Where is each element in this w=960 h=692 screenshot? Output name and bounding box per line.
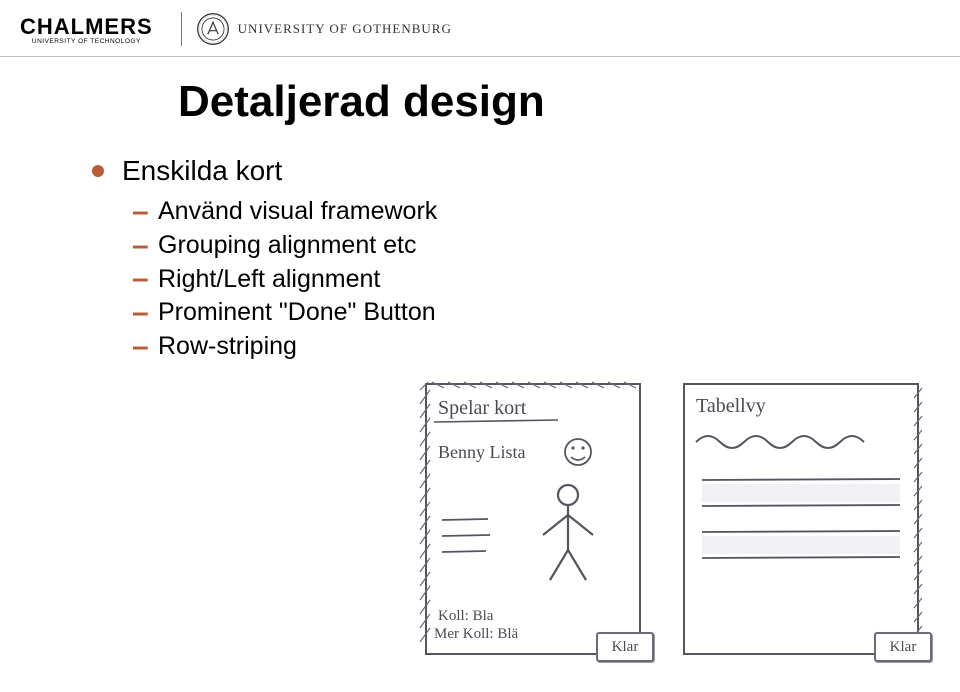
dash-icon: – (132, 197, 158, 227)
chalmers-subtitle: UNIVERSITY OF TECHNOLOGY (32, 38, 141, 45)
dash-text: Prominent "Done" Button (158, 296, 436, 330)
header-divider (181, 12, 182, 46)
gu-text: UNIVERSITY OF GOTHENBURG (238, 21, 452, 37)
slide-body: Detaljerad design Enskilda kort –Använd … (0, 57, 960, 364)
dash-list: –Använd visual framework –Grouping align… (132, 195, 910, 364)
sketch-left-heading: Spelar kort (438, 397, 527, 419)
dash-item: –Använd visual framework (132, 195, 910, 229)
dash-icon: – (132, 231, 158, 261)
dash-icon: – (132, 264, 158, 294)
dash-text: Grouping alignment etc (158, 229, 416, 263)
bullet-disc-icon (92, 165, 104, 177)
sketch-left-done-button[interactable]: Klar (596, 632, 654, 662)
gu-seal-icon (196, 12, 230, 46)
bullet-item: Enskilda kort (92, 155, 910, 187)
slide-page: CHALMERS UNIVERSITY OF TECHNOLOGY UNIVER… (0, 0, 960, 692)
dash-icon: – (132, 298, 158, 328)
chalmers-wordmark: CHALMERS (20, 14, 153, 40)
dash-text: Row-striping (158, 330, 297, 364)
sketch-area: Spelar kort Benny Lista (418, 380, 926, 660)
dash-item: –Right/Left alignment (132, 263, 910, 297)
chalmers-logo: CHALMERS UNIVERSITY OF TECHNOLOGY (20, 14, 153, 45)
sketch-left-meta1: Koll: Bla (438, 608, 494, 624)
dash-text: Right/Left alignment (158, 263, 380, 297)
dash-item: –Prominent "Done" Button (132, 296, 910, 330)
sketch-left-name: Benny Lista (438, 442, 526, 462)
slide-title: Detaljerad design (178, 77, 910, 127)
dash-item: –Row-striping (132, 330, 910, 364)
dash-item: –Grouping alignment etc (132, 229, 910, 263)
sketch-left-meta2: Mer Koll: Blä (434, 626, 518, 642)
slide-header: CHALMERS UNIVERSITY OF TECHNOLOGY UNIVER… (0, 0, 960, 57)
sketch-right-heading: Tabellvy (696, 395, 766, 417)
dash-icon: – (132, 332, 158, 362)
stick-figure-icon (543, 485, 593, 580)
dash-text: Använd visual framework (158, 195, 437, 229)
sketch-table-card: Tabellvy Klar (676, 380, 926, 660)
bullet-text: Enskilda kort (122, 155, 282, 187)
sketch-right-done-button[interactable]: Klar (874, 632, 932, 662)
sketch-player-card: Spelar kort Benny Lista (418, 380, 648, 660)
